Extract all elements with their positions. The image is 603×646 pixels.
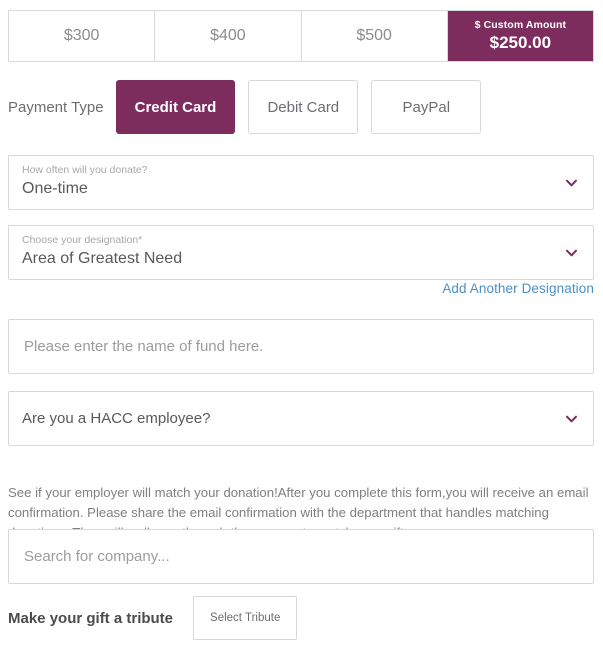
amount-option-label: $400 xyxy=(210,27,246,44)
designation-value: Area of Greatest Need xyxy=(22,250,183,268)
donation-frequency-select[interactable]: How often will you donate? One-time xyxy=(8,155,594,210)
amount-option-label: $300 xyxy=(63,27,100,44)
designation-label: Choose your designation* xyxy=(22,234,553,247)
donation-frequency-label: How often will you donate? xyxy=(22,164,148,176)
custom-amount-value: $250.00 xyxy=(489,32,552,52)
donation-frequency-value: One-time xyxy=(22,180,88,198)
chevron-down-icon xyxy=(564,411,579,426)
fund-name-field[interactable] xyxy=(8,319,594,374)
chevron-down-icon xyxy=(564,245,579,260)
required-marker: * xyxy=(138,234,143,246)
amount-option-label: $500 xyxy=(356,27,392,44)
payment-type-debit-card[interactable]: Debit Card xyxy=(248,80,359,134)
fund-name-input[interactable] xyxy=(22,337,580,356)
payment-type-credit-card[interactable]: Credit Card xyxy=(115,80,236,134)
company-search-input[interactable] xyxy=(22,547,580,566)
designation-select[interactable]: Choose your designation* Area of Greates… xyxy=(8,225,594,280)
payment-type-label: Payment Type xyxy=(8,98,104,116)
select-tribute-button[interactable]: Select Tribute xyxy=(193,596,298,640)
donation-form: $300 $400 $500 $ Custom Amount $250.00 P… xyxy=(0,0,603,646)
designation-label-text: Choose your designation xyxy=(22,234,139,246)
custom-amount-label: $ Custom Amount xyxy=(474,19,567,32)
hacc-employee-value: Are you a HACC employee? xyxy=(22,410,211,427)
add-another-designation-link[interactable]: Add Another Designation xyxy=(442,281,594,296)
amount-option-custom[interactable]: $ Custom Amount $250.00 xyxy=(447,11,593,61)
payment-type-group: Payment Type Credit Card Debit Card PayP… xyxy=(8,78,594,136)
tribute-label: Make your gift a tribute xyxy=(8,609,174,627)
amount-selector: $300 $400 $500 $ Custom Amount $250.00 xyxy=(8,10,594,62)
hacc-employee-select[interactable]: Are you a HACC employee? xyxy=(8,391,594,446)
amount-option-500[interactable]: $500 xyxy=(301,11,448,61)
amount-option-400[interactable]: $400 xyxy=(155,11,302,61)
chevron-down-icon xyxy=(564,175,579,190)
tribute-section: Make your gift a tribute Select Tribute xyxy=(8,595,594,641)
amount-option-300[interactable]: $300 xyxy=(9,11,156,61)
company-search-field[interactable] xyxy=(8,529,594,584)
payment-type-paypal[interactable]: PayPal xyxy=(371,80,482,134)
